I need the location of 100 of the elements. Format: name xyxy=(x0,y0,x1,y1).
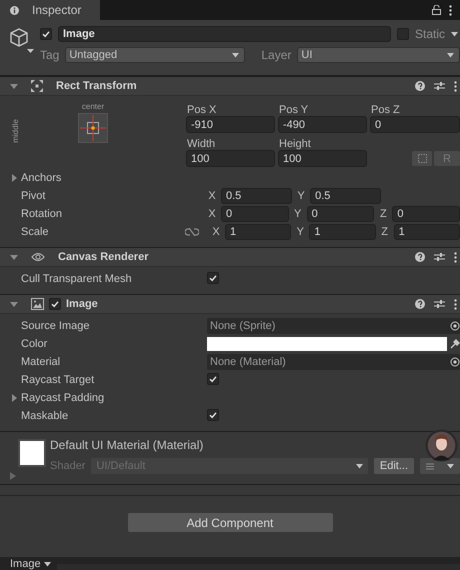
avatar[interactable] xyxy=(425,429,458,462)
list-icon xyxy=(426,462,434,470)
target-icon[interactable] xyxy=(450,321,460,331)
field-label: Pos Z xyxy=(370,103,401,116)
field-label: Material xyxy=(21,356,60,368)
static-checkbox[interactable] xyxy=(396,28,409,40)
tab-label: Inspector xyxy=(32,3,82,17)
add-component-button[interactable]: Add Component xyxy=(128,513,332,532)
presets-icon[interactable] xyxy=(434,252,445,262)
axis-label: Z xyxy=(378,208,388,220)
material-name: Default UI Material (Material) xyxy=(50,438,204,452)
active-checkbox[interactable] xyxy=(40,28,52,40)
caret-icon xyxy=(232,52,240,58)
anchor-vertical-label: middle xyxy=(12,119,20,143)
number-field[interactable]: 0 xyxy=(370,116,460,133)
material-preview xyxy=(18,439,46,467)
number-field[interactable]: 0.5 xyxy=(221,188,292,204)
component-header[interactable]: Rect Transform xyxy=(0,76,460,96)
axis-label: X xyxy=(207,190,217,202)
name-field[interactable]: Image xyxy=(58,26,391,42)
number-field[interactable]: 0 xyxy=(392,206,460,222)
unlinked-icon[interactable] xyxy=(185,228,199,236)
static-dropdown-icon xyxy=(451,32,458,36)
anchor-preset-icon[interactable] xyxy=(78,113,108,143)
checkbox[interactable] xyxy=(207,409,219,421)
help-icon[interactable] xyxy=(415,299,425,309)
foldout-arrow-icon[interactable] xyxy=(10,174,18,182)
number-field[interactable]: 100 xyxy=(278,150,367,167)
foldout-arrow-icon[interactable] xyxy=(10,300,18,308)
axis-label: Z xyxy=(380,226,390,238)
field-label: Cull Transparent Mesh xyxy=(21,273,132,285)
field-label: Maskable xyxy=(21,410,68,422)
tag-label: Tag xyxy=(40,48,60,62)
caret-icon xyxy=(447,52,454,58)
number-field[interactable]: 0.5 xyxy=(310,188,382,204)
field-label: Color xyxy=(21,338,48,350)
layer-label: Layer xyxy=(261,48,292,62)
number-field[interactable]: 100 xyxy=(186,150,275,167)
checkbox[interactable] xyxy=(207,272,219,284)
lock-icon[interactable] xyxy=(432,5,441,15)
more-icon[interactable] xyxy=(449,4,452,16)
field-label: Pos X xyxy=(186,103,218,116)
more-icon[interactable] xyxy=(454,252,457,262)
number-field[interactable]: 1 xyxy=(394,224,460,240)
number-field[interactable]: -910 xyxy=(186,116,275,133)
number-field[interactable]: -490 xyxy=(278,116,367,133)
more-icon[interactable] xyxy=(454,298,457,310)
checkbox[interactable] xyxy=(207,373,219,385)
bottom-tab[interactable]: Image xyxy=(10,559,51,570)
presets-icon[interactable] xyxy=(434,299,445,309)
more-icon[interactable] xyxy=(454,80,457,92)
field-label: Pos Y xyxy=(278,103,310,116)
component-header[interactable]: Image xyxy=(0,294,460,314)
cube-icon[interactable] xyxy=(10,28,34,54)
blueprint-mode-button[interactable] xyxy=(412,151,432,166)
component-title: Rect Transform xyxy=(56,80,137,92)
number-field[interactable]: 0 xyxy=(221,206,289,222)
caret-icon xyxy=(44,562,51,567)
field-label: Scale xyxy=(21,226,49,238)
foldout-arrow-icon[interactable] xyxy=(10,82,18,90)
tag-dropdown[interactable]: Untagged xyxy=(65,47,246,63)
object-field[interactable]: None (Material) xyxy=(207,354,460,370)
layer-dropdown[interactable]: UI xyxy=(297,47,460,63)
axis-label: Y xyxy=(293,208,302,220)
edit-button[interactable]: Edit... xyxy=(374,458,414,474)
field-label: Raycast Target xyxy=(21,374,94,386)
number-field[interactable]: 1 xyxy=(309,224,376,240)
number-field[interactable]: 0 xyxy=(306,206,374,222)
field-label: Anchors xyxy=(21,172,62,184)
field-label: Source Image xyxy=(21,320,90,332)
object-field[interactable]: None (Sprite) xyxy=(207,318,460,334)
component-header[interactable]: Canvas Renderer xyxy=(0,247,460,267)
field-label: Width xyxy=(186,137,216,150)
axis-label: X xyxy=(207,208,217,220)
info-icon xyxy=(10,6,19,14)
presets-icon[interactable] xyxy=(434,81,445,91)
static-label: Static xyxy=(414,27,445,41)
enable-checkbox[interactable] xyxy=(49,298,61,310)
foldout-arrow-icon[interactable] xyxy=(10,394,18,402)
caret-icon xyxy=(356,464,363,468)
rect-transform-icon xyxy=(31,80,43,92)
axis-label: Y xyxy=(296,190,306,202)
field-label: Raycast Padding xyxy=(21,392,104,404)
list-dropdown[interactable] xyxy=(420,458,460,474)
target-icon[interactable] xyxy=(450,357,460,367)
help-icon[interactable] xyxy=(415,81,425,91)
field-label: Pivot xyxy=(21,190,46,202)
axis-label: Y xyxy=(296,226,305,238)
eyedropper-icon[interactable] xyxy=(450,339,460,349)
foldout-arrow-icon[interactable] xyxy=(10,253,18,261)
component-title: Image xyxy=(66,298,98,310)
color-field[interactable] xyxy=(207,337,447,351)
field-label: Height xyxy=(278,137,312,150)
help-icon[interactable] xyxy=(415,252,425,262)
inspector-tab[interactable]: Inspector xyxy=(0,0,100,20)
number-field[interactable]: 1 xyxy=(225,224,292,240)
eye-icon xyxy=(31,252,45,262)
dashed-square-icon xyxy=(418,154,426,163)
component-title: Canvas Renderer xyxy=(58,251,148,263)
image-icon xyxy=(31,298,44,310)
